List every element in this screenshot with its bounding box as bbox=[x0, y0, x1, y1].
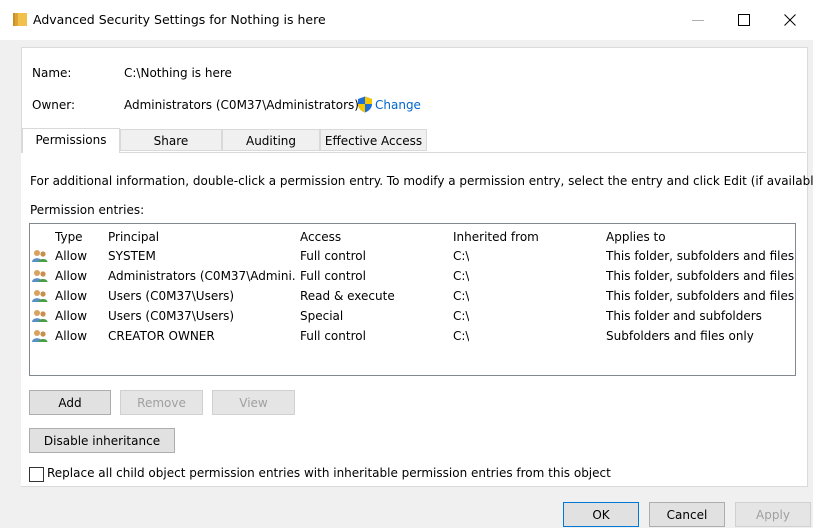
cell-type: Allow bbox=[55, 289, 88, 303]
replace-child-permissions-checkbox[interactable] bbox=[29, 467, 44, 482]
cell-access: Read & execute bbox=[300, 289, 395, 303]
cell-type: Allow bbox=[55, 249, 88, 263]
users-group-icon bbox=[32, 250, 48, 262]
cell-principal: Users (C0M37\Users) bbox=[108, 309, 235, 323]
minimize-icon bbox=[692, 20, 704, 21]
cell-applies-to: Subfolders and files only bbox=[606, 329, 754, 343]
column-header-principal[interactable]: Principal bbox=[108, 230, 159, 244]
cancel-button[interactable]: Cancel bbox=[649, 502, 725, 527]
window-title: Advanced Security Settings for Nothing i… bbox=[33, 12, 326, 27]
close-button[interactable] bbox=[767, 0, 813, 40]
permission-entries-list[interactable]: Type Principal Access Inherited from App… bbox=[29, 223, 796, 376]
tab-permissions[interactable]: Permissions bbox=[22, 128, 120, 153]
change-owner-link[interactable]: Change bbox=[375, 98, 421, 112]
cell-type: Allow bbox=[55, 269, 88, 283]
cell-access: Special bbox=[300, 309, 344, 323]
ok-button[interactable]: OK bbox=[563, 502, 639, 527]
cell-access: Full control bbox=[300, 269, 366, 283]
disable-inheritance-button[interactable]: Disable inheritance bbox=[29, 428, 175, 453]
cell-applies-to: This folder, subfolders and files bbox=[606, 269, 795, 283]
cell-inherited-from: C:\ bbox=[453, 289, 470, 303]
maximize-icon bbox=[738, 14, 750, 26]
cell-applies-to: This folder, subfolders and files bbox=[606, 289, 795, 303]
cell-principal: SYSTEM bbox=[108, 249, 156, 263]
cell-access: Full control bbox=[300, 249, 366, 263]
column-header-applies-to[interactable]: Applies to bbox=[606, 230, 666, 244]
cell-access: Full control bbox=[300, 329, 366, 343]
cell-principal: Administrators (C0M37\Admini... bbox=[108, 269, 296, 283]
cell-inherited-from: C:\ bbox=[453, 309, 470, 323]
tab-share[interactable]: Share bbox=[120, 129, 222, 151]
cell-inherited-from: C:\ bbox=[453, 269, 470, 283]
name-value: C:\Nothing is here bbox=[124, 66, 232, 80]
cell-applies-to: This folder and subfolders bbox=[606, 309, 762, 323]
users-group-icon bbox=[32, 330, 48, 342]
cell-principal: CREATOR OWNER bbox=[108, 329, 215, 343]
cell-principal: Users (C0M37\Users) bbox=[108, 289, 235, 303]
column-header-access[interactable]: Access bbox=[300, 230, 341, 244]
column-header-inherited-from[interactable]: Inherited from bbox=[453, 230, 539, 244]
add-button[interactable]: Add bbox=[29, 390, 111, 415]
remove-button[interactable]: Remove bbox=[120, 390, 203, 415]
cell-inherited-from: C:\ bbox=[453, 329, 470, 343]
minimize-button[interactable] bbox=[675, 0, 721, 40]
name-label: Name: bbox=[32, 66, 72, 80]
folder-icon bbox=[13, 13, 27, 26]
cell-applies-to: This folder, subfolders and files bbox=[606, 249, 795, 263]
tab-effective-access[interactable]: Effective Access bbox=[320, 129, 427, 151]
title-bar: Advanced Security Settings for Nothing i… bbox=[0, 0, 813, 40]
owner-value: Administrators (C0M37\Administrators) bbox=[124, 98, 359, 112]
cell-type: Allow bbox=[55, 329, 88, 343]
maximize-button[interactable] bbox=[721, 0, 767, 40]
close-icon bbox=[784, 14, 796, 26]
users-group-icon bbox=[32, 290, 48, 302]
owner-label: Owner: bbox=[32, 98, 76, 112]
apply-button[interactable]: Apply bbox=[735, 502, 811, 527]
cell-inherited-from: C:\ bbox=[453, 249, 470, 263]
cell-type: Allow bbox=[55, 309, 88, 323]
info-text: For additional information, double-click… bbox=[30, 174, 813, 188]
view-button[interactable]: View bbox=[212, 390, 295, 415]
users-group-icon bbox=[32, 310, 48, 322]
permission-entries-label: Permission entries: bbox=[30, 203, 145, 217]
column-header-type[interactable]: Type bbox=[55, 230, 83, 244]
uac-shield-icon bbox=[358, 96, 372, 113]
users-group-icon bbox=[32, 270, 48, 282]
replace-child-permissions-label: Replace all child object permission entr… bbox=[47, 466, 611, 480]
tab-auditing[interactable]: Auditing bbox=[222, 129, 320, 151]
